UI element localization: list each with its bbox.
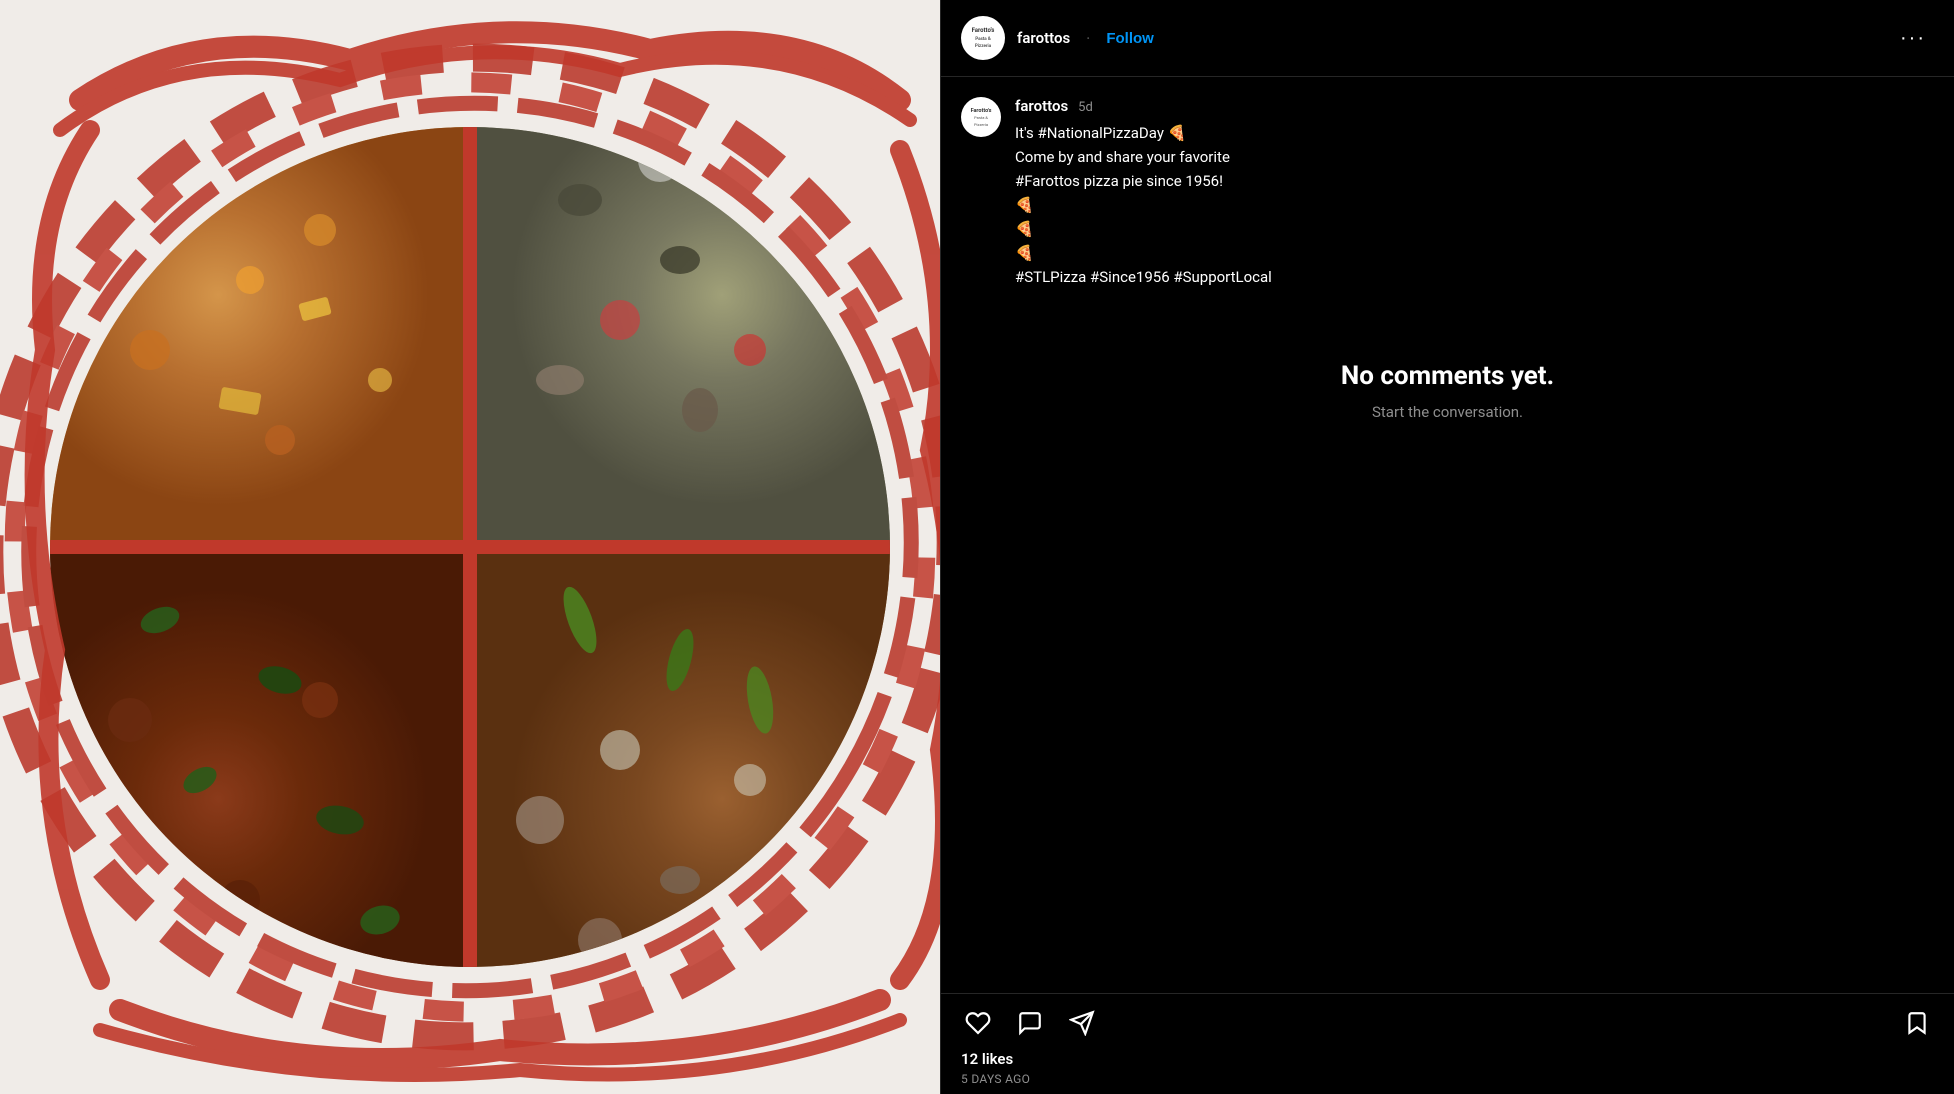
- more-options-button[interactable]: ···: [1892, 23, 1934, 54]
- share-button[interactable]: [1065, 1006, 1099, 1040]
- like-button[interactable]: [961, 1006, 995, 1040]
- comment-icon: [1017, 1010, 1043, 1036]
- caption-text: It's #NationalPizzaDay 🍕 Come by and sha…: [1015, 121, 1934, 289]
- caption-content: farottos 5d It's #NationalPizzaDay 🍕 Com…: [1015, 97, 1934, 289]
- svg-text:Farotto's: Farotto's: [971, 108, 992, 114]
- caption-hashtags: #STLPizza #Since1956 #SupportLocal: [1015, 268, 1272, 286]
- send-icon: [1069, 1010, 1095, 1036]
- svg-text:Farotto's: Farotto's: [972, 27, 995, 34]
- caption-row: Farotto's Pasta & Pizzeria farottos 5d I…: [961, 97, 1934, 289]
- follow-button[interactable]: Follow: [1106, 30, 1154, 47]
- bookmark-icon: [1904, 1010, 1930, 1036]
- comment-button[interactable]: [1013, 1006, 1047, 1040]
- no-comments-subtitle: Start the conversation.: [981, 403, 1914, 421]
- likes-count: 12 likes: [961, 1050, 1934, 1068]
- post-date: 5 days ago: [961, 1072, 1934, 1086]
- heart-icon: [965, 1010, 991, 1036]
- caption-username[interactable]: farottos: [1015, 97, 1068, 115]
- caption-line2: Come by and share your favorite: [1015, 148, 1230, 166]
- no-comments-title: No comments yet.: [981, 361, 1914, 391]
- no-comments-section: No comments yet. Start the conversation.: [961, 301, 1934, 461]
- caption-avatar[interactable]: Farotto's Pasta & Pizzeria: [961, 97, 1001, 137]
- post-image: [0, 0, 940, 1094]
- svg-text:Pasta &: Pasta &: [975, 36, 991, 42]
- svg-text:Pizzeria: Pizzeria: [975, 43, 992, 49]
- save-button[interactable]: [1900, 1006, 1934, 1040]
- svg-text:Pizzeria: Pizzeria: [974, 122, 988, 127]
- header-avatar[interactable]: Farotto's Pasta & Pizzeria: [961, 16, 1005, 60]
- caption-time: 5d: [1078, 100, 1093, 115]
- action-icons-row: [961, 1006, 1934, 1040]
- caption-line1: It's #NationalPizzaDay 🍕: [1015, 124, 1186, 142]
- caption-line3: #Farottos pizza pie since 1956!: [1015, 172, 1223, 190]
- avatar-logo-text: Farotto's Pasta & Pizzeria: [963, 17, 1003, 60]
- post-body: Farotto's Pasta & Pizzeria farottos 5d I…: [941, 77, 1954, 993]
- caption-meta: farottos 5d: [1015, 97, 1934, 115]
- header-username[interactable]: farottos: [1017, 29, 1070, 47]
- post-detail-panel: Farotto's Pasta & Pizzeria farottos · Fo…: [940, 0, 1954, 1094]
- action-bar: 12 likes 5 days ago: [941, 993, 1954, 1094]
- header-separator: ·: [1086, 29, 1090, 48]
- post-header: Farotto's Pasta & Pizzeria farottos · Fo…: [941, 0, 1954, 77]
- svg-text:Pasta &: Pasta &: [974, 115, 988, 120]
